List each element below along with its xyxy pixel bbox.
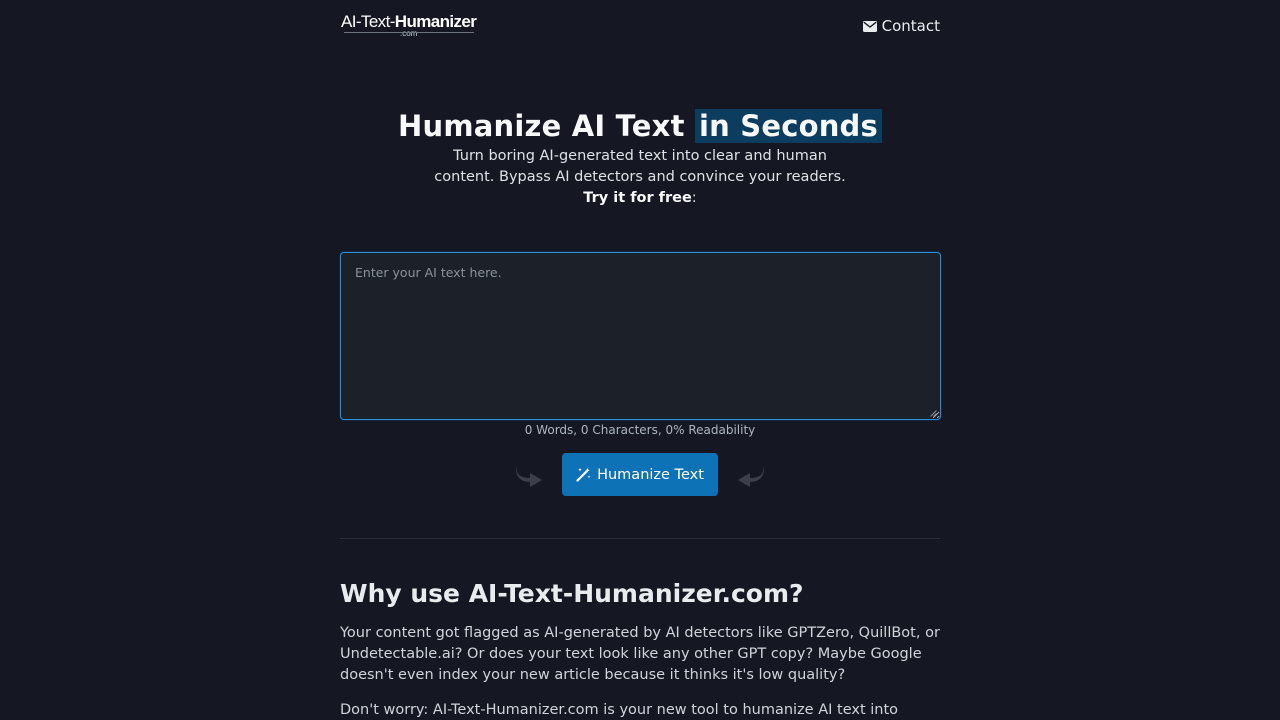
text-stats: 0 Words, 0 Characters, 0% Readability — [524, 423, 756, 437]
magic-wand-icon — [576, 468, 591, 482]
logo-text: AI-Text-Humanizer — [341, 11, 477, 31]
hero-cta-bold: Try it for free — [583, 190, 692, 206]
humanize-text-label: Humanize Text — [597, 466, 704, 483]
action-row: Humanize Text — [340, 453, 940, 496]
envelope-icon — [862, 20, 877, 32]
navbar: AI-Text-Humanizer .com Contact — [340, 0, 940, 56]
section-divider — [340, 538, 940, 539]
contact-link[interactable]: Contact — [862, 17, 940, 35]
page-container: AI-Text-Humanizer .com Contact Humanize … — [340, 0, 941, 720]
contact-label: Contact — [881, 17, 940, 35]
hero-section: Humanize AI Text in Seconds Turn boring … — [340, 56, 940, 209]
hero-subtitle: Turn boring AI-generated text into clear… — [434, 148, 846, 185]
hero-cta-suffix: : — [691, 190, 697, 206]
curved-arrow-right-icon — [515, 464, 543, 487]
site-logo[interactable]: AI-Text-Humanizer .com — [341, 11, 477, 38]
why-paragraph: Your content got flagged as AI-generated… — [340, 625, 940, 683]
curved-arrow-left-icon — [737, 464, 765, 487]
ai-text-input[interactable] — [340, 252, 941, 420]
logo-text-bold: Humanizer — [394, 11, 477, 31]
hero-title: Humanize AI Text in Seconds — [340, 108, 940, 144]
humanize-text-button[interactable]: Humanize Text — [562, 453, 718, 496]
hero-title-plain: Humanize AI Text — [398, 109, 685, 143]
why-paragraph: Don't worry: AI-Text-Humanizer.com is yo… — [340, 702, 899, 718]
hero-cta: Try it for free: — [340, 188, 940, 209]
why-section: Why use AI-Text-Humanizer.com? Your cont… — [340, 579, 940, 720]
logo-underline — [343, 31, 474, 33]
hero-title-highlight: in Seconds — [694, 109, 882, 143]
resize-handle-icon[interactable] — [930, 410, 937, 417]
why-title: Why use AI-Text-Humanizer.com? — [340, 579, 804, 608]
logo-text-light: AI-Text- — [341, 11, 395, 31]
editor-wrapper — [340, 252, 941, 420]
